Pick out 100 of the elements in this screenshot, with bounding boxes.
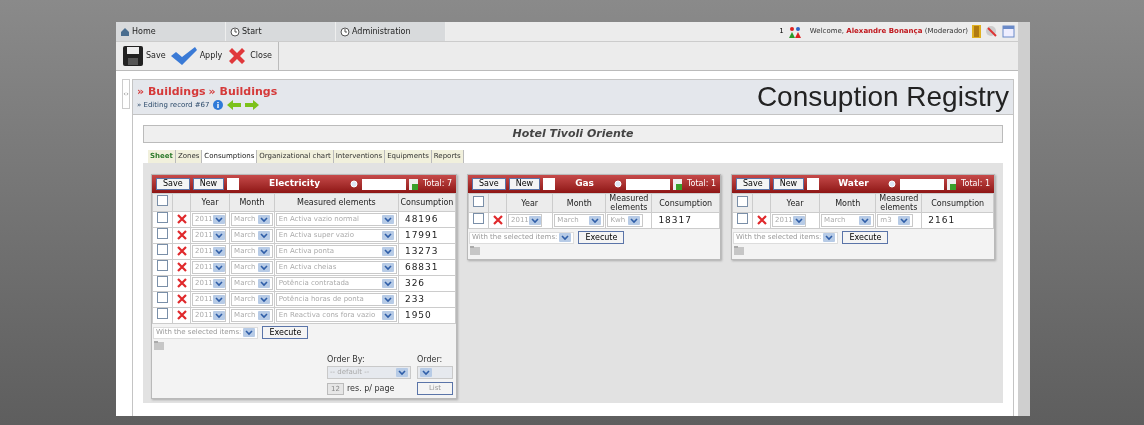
search-field[interactable] bbox=[626, 178, 670, 190]
dropdown-arrow-icon bbox=[212, 247, 225, 256]
door-icon[interactable] bbox=[972, 25, 981, 38]
column-header[interactable]: Measured elements bbox=[606, 194, 652, 212]
consumption-value: 326 bbox=[404, 277, 426, 288]
export-icon bbox=[409, 178, 418, 190]
checkbox[interactable] bbox=[473, 213, 484, 224]
delete-icon[interactable] bbox=[756, 215, 767, 225]
toolbar-button[interactable]: Close bbox=[226, 45, 273, 67]
consumption-value: 68831 bbox=[404, 261, 439, 272]
consumption-value: 1950 bbox=[404, 309, 432, 320]
delete-icon[interactable] bbox=[176, 294, 187, 304]
clock-icon bbox=[230, 26, 240, 37]
dropdown-arrow-icon bbox=[212, 311, 225, 320]
checkbox[interactable] bbox=[157, 228, 168, 239]
search-field[interactable] bbox=[900, 178, 944, 190]
dropdown-arrow-icon bbox=[212, 279, 225, 288]
export-icon bbox=[673, 178, 682, 190]
nav-tab[interactable]: Administration bbox=[336, 22, 446, 41]
checkbox[interactable] bbox=[473, 195, 484, 207]
window-icon[interactable] bbox=[1002, 25, 1015, 38]
panel-title: Gas bbox=[574, 177, 595, 191]
save-button[interactable]: Save bbox=[156, 178, 190, 190]
count-field[interactable] bbox=[807, 178, 820, 190]
delete-icon[interactable] bbox=[176, 278, 187, 288]
dropdown-arrow-icon bbox=[212, 215, 225, 224]
delete-icon[interactable] bbox=[176, 246, 187, 256]
dropdown-arrow-icon bbox=[381, 279, 394, 288]
checkbox[interactable] bbox=[157, 212, 168, 223]
delete-icon[interactable] bbox=[176, 214, 187, 224]
count-field[interactable] bbox=[227, 178, 240, 190]
consumption-value: 13273 bbox=[404, 245, 439, 256]
folder-icon bbox=[470, 246, 480, 255]
save-button[interactable]: Save bbox=[472, 178, 506, 190]
folder-icon bbox=[154, 341, 164, 350]
checkbox[interactable] bbox=[157, 244, 168, 255]
info-icon[interactable] bbox=[213, 100, 224, 111]
dropdown-arrow-icon bbox=[528, 216, 541, 225]
dropdown-arrow-icon bbox=[257, 295, 270, 304]
panel-title: Electricity bbox=[268, 177, 322, 191]
nav-tab[interactable]: Start bbox=[226, 22, 336, 41]
dropdown-arrow-icon bbox=[257, 311, 270, 320]
new-button[interactable]: New bbox=[772, 178, 805, 190]
dropdown-arrow-icon bbox=[381, 263, 394, 272]
page-size-label: res. p/ page bbox=[346, 382, 395, 395]
checkbox[interactable] bbox=[157, 195, 168, 206]
new-button[interactable]: New bbox=[192, 178, 225, 190]
dropdown-arrow-icon bbox=[212, 263, 225, 272]
search-icon bbox=[888, 179, 897, 189]
arrow-right-icon[interactable] bbox=[245, 100, 260, 111]
dropdown-arrow-icon bbox=[381, 311, 394, 320]
checkbox[interactable] bbox=[157, 260, 168, 271]
save-button[interactable]: Save bbox=[736, 178, 770, 190]
order-select[interactable] bbox=[417, 366, 453, 379]
checkbox[interactable] bbox=[737, 213, 748, 224]
consumption-value: 18317 bbox=[658, 214, 692, 225]
delete-icon[interactable] bbox=[176, 230, 187, 240]
new-button[interactable]: New bbox=[508, 178, 541, 190]
count-field[interactable] bbox=[543, 178, 556, 190]
search-icon bbox=[614, 179, 623, 189]
dropdown-arrow-icon bbox=[859, 216, 872, 225]
arrow-left-icon[interactable] bbox=[227, 100, 242, 111]
nav-tab[interactable]: Home bbox=[116, 22, 226, 41]
consumption-value: 2161 bbox=[928, 214, 956, 225]
execute-button[interactable]: Execute bbox=[842, 231, 889, 244]
toolbar-button[interactable]: Save bbox=[122, 45, 166, 67]
checkbox[interactable] bbox=[157, 276, 168, 287]
dropdown-arrow-icon bbox=[381, 247, 394, 256]
dropdown-arrow-icon bbox=[898, 216, 911, 225]
breadcrumb-link[interactable]: » Buildings bbox=[137, 83, 206, 100]
home-icon bbox=[120, 26, 130, 37]
order-label: Order: bbox=[417, 354, 444, 366]
column-header[interactable]: Measured elements bbox=[876, 194, 922, 212]
delete-icon[interactable] bbox=[176, 262, 187, 272]
dropdown-arrow-icon bbox=[559, 233, 572, 242]
checkbox[interactable] bbox=[737, 195, 748, 207]
checkbox[interactable] bbox=[157, 292, 168, 303]
total-count: Total: 1 bbox=[961, 178, 990, 190]
page-title: Consuption Registry bbox=[756, 80, 1009, 114]
dropdown-arrow-icon bbox=[212, 231, 225, 240]
checkmark-icon bbox=[169, 46, 198, 66]
order-by-label: Order By: bbox=[327, 354, 366, 366]
dropdown-arrow-icon bbox=[823, 233, 836, 242]
checkbox[interactable] bbox=[157, 308, 168, 319]
delete-icon[interactable] bbox=[176, 310, 187, 320]
execute-button[interactable]: Execute bbox=[262, 326, 309, 339]
delete-icon[interactable] bbox=[492, 215, 503, 225]
dropdown-arrow-icon bbox=[420, 368, 432, 377]
toolbar-button[interactable]: Apply bbox=[169, 46, 223, 66]
dropdown-arrow-icon bbox=[589, 216, 602, 225]
dropdown-arrow-icon bbox=[396, 368, 408, 377]
execute-button[interactable]: Execute bbox=[578, 231, 625, 244]
search-field[interactable] bbox=[362, 178, 406, 190]
consumption-value: 48196 bbox=[404, 213, 439, 224]
dropdown-arrow-icon bbox=[381, 215, 394, 224]
folder-icon bbox=[734, 246, 744, 255]
dropdown-arrow-icon bbox=[257, 279, 270, 288]
breadcrumb-link[interactable]: » Buildings bbox=[208, 83, 278, 100]
total-count: Total: 1 bbox=[687, 178, 716, 190]
tools-icon[interactable] bbox=[985, 25, 998, 38]
